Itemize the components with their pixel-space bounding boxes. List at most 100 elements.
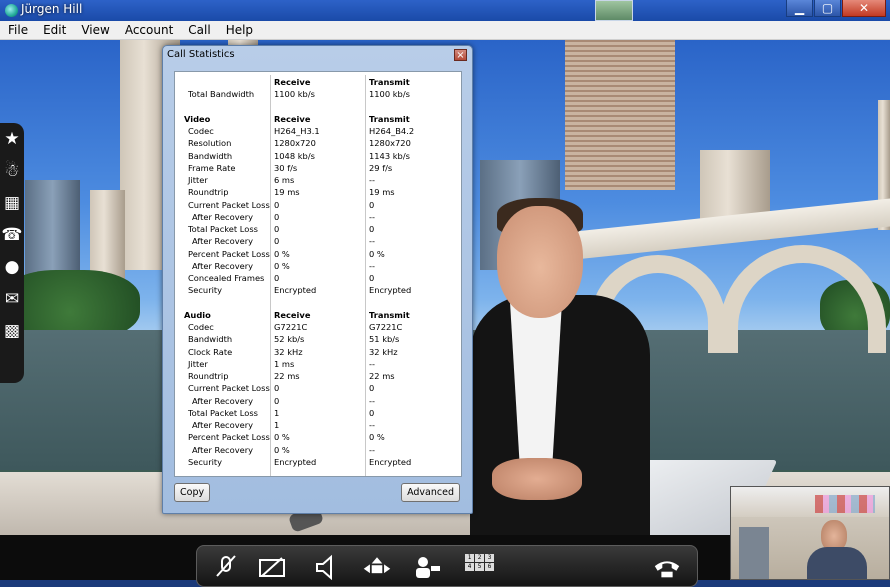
- far-end-camera-icon[interactable]: [412, 552, 442, 582]
- mute-microphone-icon[interactable]: [211, 552, 241, 582]
- stat-receive: 1280x720: [274, 138, 316, 149]
- stat-label: Bandwidth: [188, 150, 233, 161]
- menu-call[interactable]: Call: [180, 23, 217, 37]
- stat-row: Roundtrip 19 ms 19 ms: [175, 186, 463, 198]
- stat-label: Codec: [188, 322, 214, 332]
- maximize-button[interactable]: ▢: [814, 0, 841, 17]
- star-icon[interactable]: ★: [0, 123, 24, 155]
- stat-transmit: 0: [369, 407, 375, 418]
- stat-receive: 0 %: [274, 248, 290, 259]
- stat-row: After Recovery 0 % --: [175, 260, 463, 272]
- contacts-icon[interactable]: ☃: [0, 155, 24, 187]
- wall-posters: [815, 495, 875, 513]
- call-statistics-dialog: Call Statistics × Receive Transmit Total…: [162, 45, 473, 514]
- stat-label: Total Packet Loss: [188, 224, 258, 234]
- stat-transmit: H264_B4.2: [369, 126, 415, 136]
- menu-file[interactable]: File: [0, 23, 35, 37]
- menu-edit[interactable]: Edit: [35, 23, 73, 37]
- hang-up-icon[interactable]: [652, 552, 682, 582]
- audio-section-label: Audio: [184, 309, 211, 320]
- stat-receive: 0 %: [274, 260, 290, 271]
- stat-row: After Recovery 0 --: [175, 211, 463, 223]
- stat-receive: 0: [274, 224, 280, 234]
- stat-label: Current Packet Loss: [188, 383, 270, 394]
- stat-row: Jitter 1 ms --: [175, 358, 463, 370]
- participant-hands: [492, 458, 582, 500]
- stat-transmit: 0: [369, 224, 375, 234]
- key-4[interactable]: 4: [465, 563, 474, 571]
- stat-receive: 22 ms: [274, 371, 300, 381]
- camera-off-icon[interactable]: [257, 552, 287, 582]
- grid-icon[interactable]: ▩: [0, 315, 24, 347]
- key-1[interactable]: 1: [465, 554, 474, 562]
- stat-row: Bandwidth 52 kb/s 51 kb/s: [175, 333, 463, 345]
- stat-transmit: G7221C: [369, 322, 403, 332]
- stat-row: After Recovery 0 % --: [175, 444, 463, 456]
- stat-transmit: 0 %: [369, 432, 385, 443]
- stat-transmit: --: [369, 260, 375, 271]
- participant-face: [497, 206, 583, 318]
- stat-label: Frame Rate: [188, 162, 236, 173]
- stat-transmit: --: [369, 420, 375, 430]
- stat-label: Jitter: [188, 358, 208, 369]
- stat-row: Bandwidth 1048 kb/s 1143 kb/s: [175, 150, 463, 162]
- stat-transmit: --: [369, 175, 375, 185]
- transmit-header: Transmit: [369, 113, 410, 124]
- chat-icon[interactable]: ●: [0, 251, 24, 283]
- mail-icon[interactable]: ✉: [0, 283, 24, 315]
- stat-label: After Recovery: [192, 211, 254, 222]
- stat-transmit: 29 f/s: [369, 162, 393, 173]
- stat-label: Security: [188, 285, 223, 296]
- stat-label: Total Packet Loss: [188, 407, 258, 418]
- self-view-video[interactable]: [730, 486, 890, 580]
- receive-header: Receive: [274, 309, 311, 320]
- menu-help[interactable]: Help: [218, 23, 260, 37]
- dialog-close-button[interactable]: ×: [454, 49, 467, 61]
- stat-label: Codec: [188, 126, 214, 136]
- stat-label: Concealed Frames: [188, 273, 265, 283]
- copy-button[interactable]: Copy: [174, 483, 211, 502]
- stat-receive: 0: [274, 383, 280, 394]
- window-controls: ▁ ▢ ✕: [785, 0, 886, 18]
- stat-label: Security: [188, 456, 223, 467]
- stat-label: Total Bandwidth: [188, 89, 255, 100]
- dialog-title: Call Statistics: [167, 49, 235, 60]
- stat-transmit: Encrypted: [369, 456, 412, 467]
- menu-view[interactable]: View: [73, 23, 116, 37]
- advanced-button[interactable]: Advanced: [401, 483, 460, 502]
- stat-label: Percent Packet Loss: [188, 432, 270, 443]
- key-3[interactable]: 3: [485, 554, 494, 562]
- volume-icon[interactable]: [312, 552, 342, 582]
- directory-icon[interactable]: ☎: [0, 219, 24, 251]
- taskbar-thumbnail[interactable]: [595, 0, 633, 21]
- keypad-icon[interactable]: 1 2 3 4 5 6: [465, 554, 494, 571]
- stat-row: Percent Packet Loss 0 % 0 %: [175, 248, 463, 260]
- calendar-icon[interactable]: ▦: [0, 187, 24, 219]
- stat-transmit: 22 ms: [369, 371, 395, 381]
- close-window-button[interactable]: ✕: [842, 0, 886, 17]
- stat-row: Current Packet Loss 0 0: [175, 382, 463, 394]
- stat-label: Roundtrip: [188, 187, 229, 198]
- stat-row: Resolution 1280x720 1280x720: [175, 137, 463, 149]
- receive-header: Receive: [274, 113, 311, 124]
- stat-row: Jitter 6 ms --: [175, 174, 463, 186]
- key-2[interactable]: 2: [475, 554, 484, 562]
- stat-receive: H264_H3.1: [274, 126, 320, 136]
- camera-pan-icon[interactable]: [362, 552, 392, 582]
- stat-row: After Recovery 1 --: [175, 419, 463, 431]
- menu-bar: File Edit View Account Call Help: [0, 21, 890, 40]
- menu-account[interactable]: Account: [117, 23, 180, 37]
- self-shirt: [807, 547, 867, 579]
- header-row: Receive Transmit: [175, 76, 463, 88]
- stat-label: After Recovery: [192, 444, 254, 455]
- statistics-table: Receive Transmit Total Bandwidth 1100 kb…: [175, 76, 463, 468]
- stat-transmit: 1280x720: [369, 138, 411, 149]
- stat-row: Roundtrip 22 ms 22 ms: [175, 370, 463, 382]
- key-5[interactable]: 5: [475, 563, 484, 571]
- minimize-button[interactable]: ▁: [786, 0, 813, 17]
- transmit-header: Transmit: [369, 77, 410, 87]
- key-6[interactable]: 6: [485, 563, 494, 571]
- title-bar: Jürgen Hill ▁ ▢ ✕: [0, 0, 890, 21]
- stat-receive: 1: [274, 407, 280, 418]
